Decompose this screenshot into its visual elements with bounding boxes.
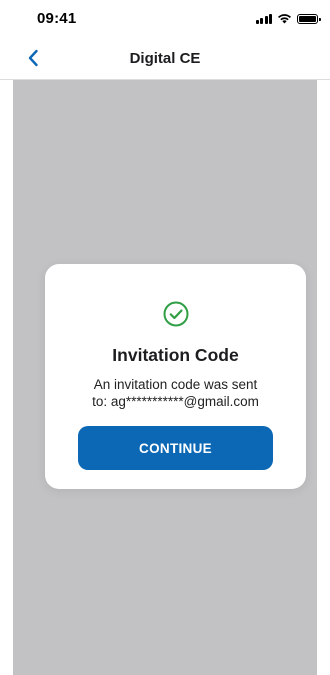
dialog-message: An invitation code was sent to: ag******…	[45, 376, 306, 410]
app-screen: 09:41 Digital CE Invitation Code An invi…	[0, 0, 330, 675]
continue-button[interactable]: CONTINUE	[78, 426, 273, 470]
check-circle-icon	[163, 301, 188, 327]
battery-icon	[297, 14, 321, 24]
dialog-message-line: to: ag***********@gmail.com	[92, 394, 259, 409]
invitation-code-dialog: Invitation Code An invitation code was s…	[45, 264, 306, 489]
status-time: 09:41	[37, 10, 77, 27]
status-bar: 09:41	[0, 0, 330, 38]
navigation-bar: Digital CE	[0, 38, 330, 80]
page-title: Digital CE	[129, 50, 201, 67]
wifi-icon	[278, 14, 291, 24]
dialog-message-line: An invitation code was sent	[93, 377, 258, 392]
cellular-signal-icon	[255, 13, 272, 24]
dialog-title: Invitation Code	[112, 345, 239, 365]
status-icons	[255, 12, 321, 24]
